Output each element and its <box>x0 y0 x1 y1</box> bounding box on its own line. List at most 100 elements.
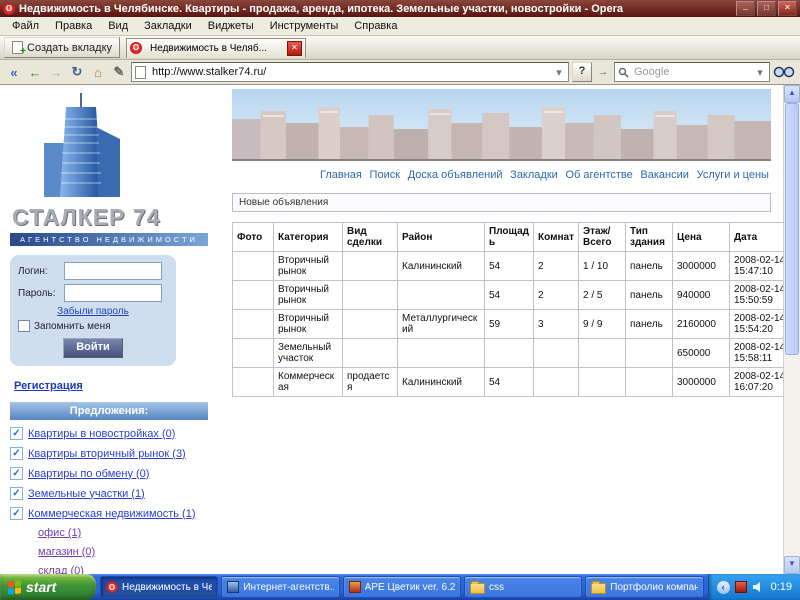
offer-link[interactable]: склад (0) <box>38 565 84 574</box>
tab-close-icon[interactable] <box>287 41 302 56</box>
go-icon[interactable] <box>595 66 611 78</box>
back-icon[interactable] <box>26 63 44 81</box>
scrollbar-thumb[interactable] <box>785 103 799 355</box>
offer-link[interactable]: Коммерческая недвижимость (1) <box>28 508 196 520</box>
registration-link[interactable]: Регистрация <box>14 380 83 392</box>
listing-cell <box>485 339 534 368</box>
browser-tab[interactable]: Недвижимость в Челяб... <box>126 38 306 58</box>
menu-item[interactable]: Правка <box>47 18 100 34</box>
nav-link[interactable]: Услуги и цены <box>697 169 769 181</box>
nav-link[interactable]: Поиск <box>370 169 400 181</box>
nav-link[interactable]: Закладки <box>510 169 558 181</box>
listing-cell: Калининский <box>398 252 485 281</box>
address-field[interactable] <box>131 62 569 82</box>
listing-cell: Вторичный рынок <box>274 252 343 281</box>
offer-item[interactable]: Квартиры в новостройках (0) <box>10 427 222 440</box>
listing-cell: 3000000 <box>673 368 730 397</box>
listing-cell <box>534 368 579 397</box>
compose-icon[interactable] <box>110 63 128 81</box>
offer-item[interactable]: Квартиры по обмену (0) <box>10 467 222 480</box>
login-button[interactable]: Войти <box>63 338 123 358</box>
offer-link[interactable]: офис (1) <box>38 527 81 539</box>
taskbar-item[interactable]: Интернет-агентств... <box>221 576 339 598</box>
minimize-button[interactable] <box>736 1 755 16</box>
listing-cell: 2 / 5 <box>579 281 626 310</box>
menu-item[interactable]: Справка <box>346 18 405 34</box>
offer-link[interactable]: магазин (0) <box>38 546 95 558</box>
remember-checkbox[interactable] <box>18 320 30 332</box>
offer-item[interactable]: Земельные участки (1) <box>10 487 222 500</box>
taskbar-item[interactable]: Недвижимость в Че... <box>100 576 218 598</box>
new-tab-label: Создать вкладку <box>27 42 112 54</box>
search-input[interactable] <box>632 65 751 79</box>
listing-cell <box>233 368 274 397</box>
address-input[interactable] <box>150 65 549 79</box>
page-scrollbar[interactable] <box>783 85 800 574</box>
taskbar-item[interactable]: APE Цветик ver. 6.2 <box>343 576 461 598</box>
search-icon <box>618 67 629 78</box>
menu-item[interactable]: Инструменты <box>262 18 347 34</box>
column-header: Этаж/ Всего <box>579 223 626 252</box>
address-dropdown-icon[interactable] <box>553 66 565 79</box>
offer-item[interactable]: офис (1) <box>38 527 222 539</box>
menu-item[interactable]: Виджеты <box>200 18 262 34</box>
start-button[interactable]: start <box>0 574 96 600</box>
offer-link[interactable]: Квартиры по обмену (0) <box>28 468 149 480</box>
ape-icon <box>349 581 361 593</box>
listing-cell: 59 <box>485 310 534 339</box>
login-input[interactable] <box>64 262 162 280</box>
listing-cell: Вторичный рынок <box>274 310 343 339</box>
taskbar-item[interactable]: css <box>464 576 582 598</box>
column-header: Вид сделки <box>343 223 398 252</box>
help-button[interactable] <box>572 62 592 82</box>
offer-item[interactable]: магазин (0) <box>38 546 222 558</box>
offer-link[interactable]: Квартиры вторичный рынок (3) <box>28 448 186 460</box>
offer-item[interactable]: склад (0) <box>38 565 222 574</box>
tray-app-icon[interactable] <box>735 581 747 593</box>
close-button[interactable] <box>778 1 797 16</box>
home-icon[interactable] <box>89 63 107 81</box>
nav-link[interactable]: Доска объявлений <box>408 169 503 181</box>
search-field[interactable] <box>614 62 770 82</box>
offers-list: Квартиры в новостройках (0) Квартиры втор… <box>10 427 222 574</box>
listing-cell <box>343 310 398 339</box>
checkbox-icon <box>10 507 23 520</box>
menu-item[interactable]: Закладки <box>136 18 200 34</box>
scroll-up-icon[interactable] <box>784 85 800 103</box>
zoom-glasses-icon[interactable] <box>773 65 795 79</box>
listing-cell: 2 <box>534 252 579 281</box>
password-input[interactable] <box>64 284 162 302</box>
listing-cell <box>398 339 485 368</box>
taskbar-item[interactable]: Портфолио компани... <box>585 576 703 598</box>
nav-link[interactable]: Главная <box>320 169 362 181</box>
offer-item[interactable]: Коммерческая недвижимость (1) <box>10 507 222 520</box>
listing-cell <box>233 252 274 281</box>
column-header: Цена <box>673 223 730 252</box>
menu-item[interactable]: Файл <box>4 18 47 34</box>
nav-link[interactable]: Об агентстве <box>565 169 632 181</box>
forgot-password-link[interactable]: Забыли пароль <box>18 306 168 317</box>
nav-link[interactable]: Вакансии <box>640 169 689 181</box>
offer-item[interactable]: Квартиры вторичный рынок (3) <box>10 447 222 460</box>
column-header: Фото <box>233 223 274 252</box>
volume-icon[interactable] <box>752 581 764 593</box>
offer-link[interactable]: Квартиры в новостройках (0) <box>28 428 175 440</box>
menu-item[interactable]: Вид <box>100 18 136 34</box>
desktop: Недвижимость в Челябинске. Квартиры - пр… <box>0 0 800 600</box>
offer-link[interactable]: Земельные участки (1) <box>28 488 145 500</box>
search-dropdown-icon[interactable] <box>754 66 766 79</box>
new-tab-button[interactable]: Создать вкладку <box>4 37 120 58</box>
listing-cell: Коммерческая <box>274 368 343 397</box>
forward-icon[interactable] <box>47 63 65 81</box>
maximize-button[interactable] <box>757 1 776 16</box>
taskbar-item-label: Интернет-агентств... <box>243 582 333 593</box>
tray-chevron-icon[interactable] <box>717 581 730 594</box>
listing-cell: 3000000 <box>673 252 730 281</box>
window-titlebar: Недвижимость в Челябинске. Квартиры - пр… <box>0 0 800 17</box>
rewind-icon[interactable] <box>5 63 23 81</box>
scrollbar-track[interactable] <box>784 103 800 556</box>
opera-icon <box>106 581 118 593</box>
reload-icon[interactable] <box>68 63 86 81</box>
scroll-down-icon[interactable] <box>784 556 800 574</box>
listing-cell <box>343 252 398 281</box>
